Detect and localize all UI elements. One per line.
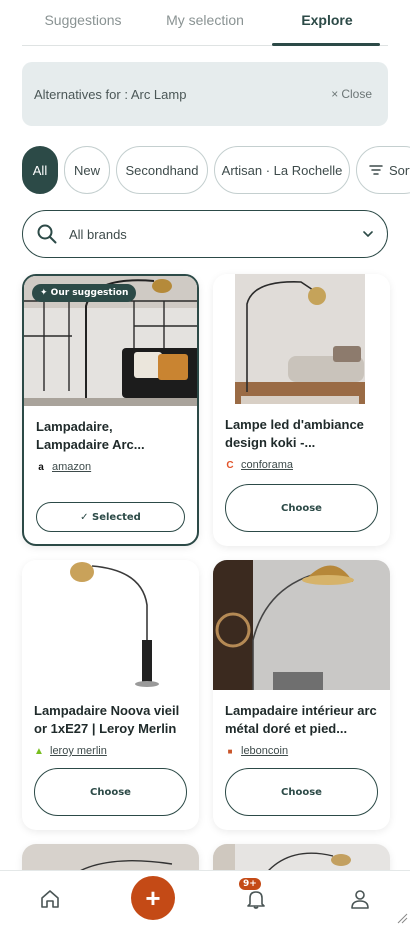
tab-my-selection[interactable]: My selection	[144, 0, 266, 45]
shop-name: conforama	[241, 459, 293, 471]
tab-suggestions[interactable]: Suggestions	[22, 0, 144, 45]
choose-button[interactable]: Choose	[34, 768, 187, 816]
product-card[interactable]: Lampadaire Noova vieil or 1xE27 | Leroy …	[22, 560, 199, 830]
search-icon	[37, 224, 57, 244]
plus-icon: +	[145, 882, 161, 913]
chevron-down-icon	[363, 231, 373, 237]
sort-button[interactable]: Sort	[356, 146, 410, 194]
leroy-merlin-logo-icon: ▲	[34, 745, 44, 757]
product-title: Lampadaire, Lampadaire Arc...	[36, 419, 145, 452]
chip-secondhand[interactable]: Secondhand	[116, 146, 208, 194]
shop-link[interactable]: ▲ leroy merlin	[34, 745, 107, 757]
product-card[interactable]: Lampe led d'ambiance design koki -... C …	[213, 274, 390, 546]
alternatives-banner: Alternatives for : Arc Lamp × Close	[22, 62, 388, 126]
profile-button[interactable]	[340, 871, 380, 925]
profile-icon	[351, 889, 369, 909]
bell-icon	[247, 890, 265, 909]
chip-artisan[interactable]: Artisan · La Rochelle	[214, 146, 350, 194]
shop-name: amazon	[52, 461, 92, 473]
shop-name: leroy merlin	[50, 745, 107, 757]
product-card[interactable]: Lampadaire intérieur arc métal doré et p…	[213, 560, 390, 830]
banner-title: Alternatives for : Arc Lamp	[34, 86, 187, 102]
brand-select[interactable]: All brands	[22, 210, 388, 258]
home-button[interactable]	[30, 871, 70, 925]
choose-button[interactable]: Choose	[225, 768, 378, 816]
product-title: Lampe led d'ambiance design koki -...	[225, 417, 364, 450]
sort-icon	[369, 165, 383, 175]
sort-label: Sort	[389, 162, 410, 178]
leboncoin-logo-icon: ■	[227, 746, 233, 756]
shop-name: leboncoin	[241, 745, 289, 757]
selected-button[interactable]: ✓ Selected	[36, 502, 185, 532]
choose-button[interactable]: Choose	[225, 484, 378, 532]
chip-all[interactable]: All	[22, 146, 58, 194]
close-icon: ×	[331, 87, 339, 101]
chip-new[interactable]: New	[64, 146, 110, 194]
close-label: Close	[341, 87, 372, 101]
product-title: Lampadaire Noova vieil or 1xE27 | Leroy …	[34, 703, 180, 736]
bottom-nav	[0, 870, 410, 925]
conforama-logo-icon: C	[226, 459, 234, 471]
brand-select-value: All brands	[69, 226, 127, 242]
notification-count-badge: 9+	[239, 878, 261, 890]
tab-bar: Suggestions My selection Explore	[22, 0, 388, 46]
tab-explore[interactable]: Explore	[266, 0, 388, 46]
filter-chips: All New Secondhand Artisan · La Rochelle…	[22, 146, 410, 194]
product-image	[213, 560, 390, 690]
shop-link[interactable]: C conforama	[225, 459, 293, 471]
close-button[interactable]: × Close	[331, 87, 372, 101]
product-card[interactable]: ✦ Our suggestion Lampadaire, Lampadaire …	[22, 274, 199, 546]
amazon-logo-icon: a	[38, 461, 44, 473]
resize-grip-icon	[397, 913, 408, 924]
home-icon	[41, 889, 59, 908]
shop-link[interactable]: a amazon	[36, 461, 91, 473]
product-image	[213, 274, 390, 404]
add-button[interactable]: +	[131, 876, 175, 920]
product-image	[22, 560, 199, 690]
shop-link[interactable]: ■ leboncoin	[225, 745, 289, 757]
our-suggestion-badge: ✦ Our suggestion	[32, 284, 137, 302]
product-title: Lampadaire intérieur arc métal doré et p…	[225, 703, 377, 736]
